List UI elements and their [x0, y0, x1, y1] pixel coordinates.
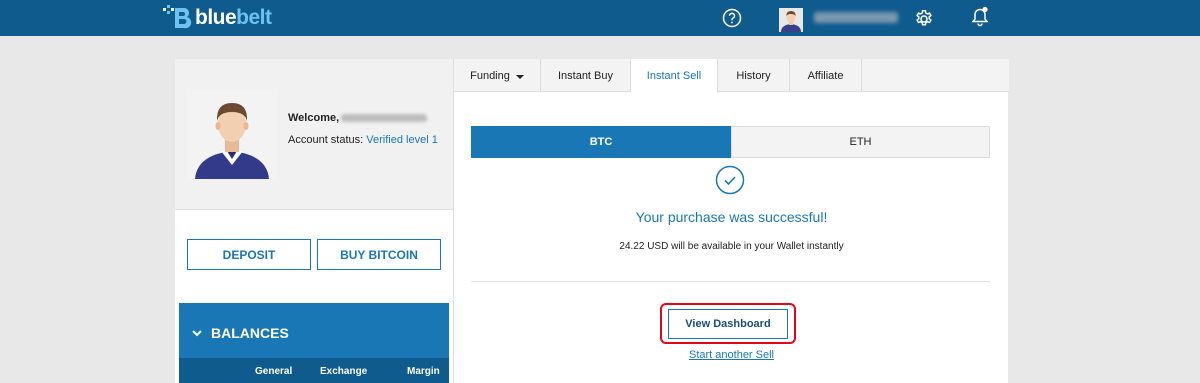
logo-mark-icon	[163, 5, 192, 29]
welcome-name-redacted	[341, 114, 428, 122]
divider	[471, 281, 990, 282]
help-icon[interactable]	[722, 8, 742, 28]
logo-text-blue: blue	[195, 6, 237, 29]
user-avatar[interactable]	[779, 8, 803, 32]
profile-card: Welcome, Account status: Verified level …	[175, 59, 453, 210]
balances-toggle[interactable]: BALANCES	[191, 325, 289, 341]
start-another-sell-link[interactable]: Start another Sell	[454, 349, 1009, 361]
logo-text-belt: belt	[236, 6, 272, 29]
avatar-person-icon	[779, 8, 803, 32]
logo-text: bluebelt	[195, 6, 272, 30]
account-sidebar: Welcome, Account status: Verified level …	[175, 59, 453, 383]
success-check-icon	[715, 165, 745, 195]
tab-affiliate[interactable]: Affiliate	[790, 59, 862, 92]
account-status: Account status: Verified level 1	[288, 134, 438, 146]
column-exchange: Exchange	[320, 366, 368, 377]
column-general: General	[255, 366, 293, 377]
balances-title: BALANCES	[211, 325, 289, 341]
buy-bitcoin-button[interactable]: BUY BITCOIN	[317, 239, 441, 270]
tab-instant-buy[interactable]: Instant Buy	[541, 59, 631, 92]
caret-down-icon	[515, 74, 524, 79]
gear-icon[interactable]	[914, 9, 934, 29]
chevron-down-icon	[192, 330, 202, 337]
tab-funding[interactable]: Funding	[454, 59, 541, 92]
trade-panel: Funding Instant Buy Instant Sell History…	[453, 59, 1009, 383]
top-navigation-bar: bluebelt	[0, 0, 1200, 36]
currency-eth-toggle[interactable]: ETH	[731, 126, 990, 158]
currency-btc-toggle[interactable]: BTC	[471, 126, 731, 158]
bluebelt-logo[interactable]: bluebelt	[163, 4, 272, 32]
verification-level-link[interactable]: Verified level 1	[366, 134, 438, 146]
tab-history[interactable]: History	[718, 59, 790, 92]
user-name-redacted[interactable]	[814, 12, 898, 23]
availability-message: 24.22 USD will be available in your Wall…	[619, 241, 844, 252]
balances-panel: BALANCES General Exchange Margin	[179, 303, 449, 383]
account-status-label: Account status:	[288, 134, 364, 146]
profile-person-icon	[187, 89, 277, 179]
tab-funding-label: Funding	[470, 69, 510, 82]
tab-instant-sell[interactable]: Instant Sell	[631, 59, 718, 93]
column-margin: Margin	[407, 366, 440, 377]
deposit-button[interactable]: DEPOSIT	[187, 239, 311, 270]
balances-column-headers: General Exchange Margin	[179, 358, 449, 383]
welcome-text: Welcome,	[288, 112, 428, 124]
success-message: Your purchase was successful!	[635, 209, 828, 225]
view-dashboard-button[interactable]: View Dashboard	[668, 309, 788, 339]
welcome-label: Welcome,	[288, 112, 340, 124]
tab-bar: Funding Instant Buy Instant Sell History…	[454, 59, 1009, 93]
bell-icon[interactable]	[970, 6, 990, 28]
profile-photo	[187, 89, 277, 179]
